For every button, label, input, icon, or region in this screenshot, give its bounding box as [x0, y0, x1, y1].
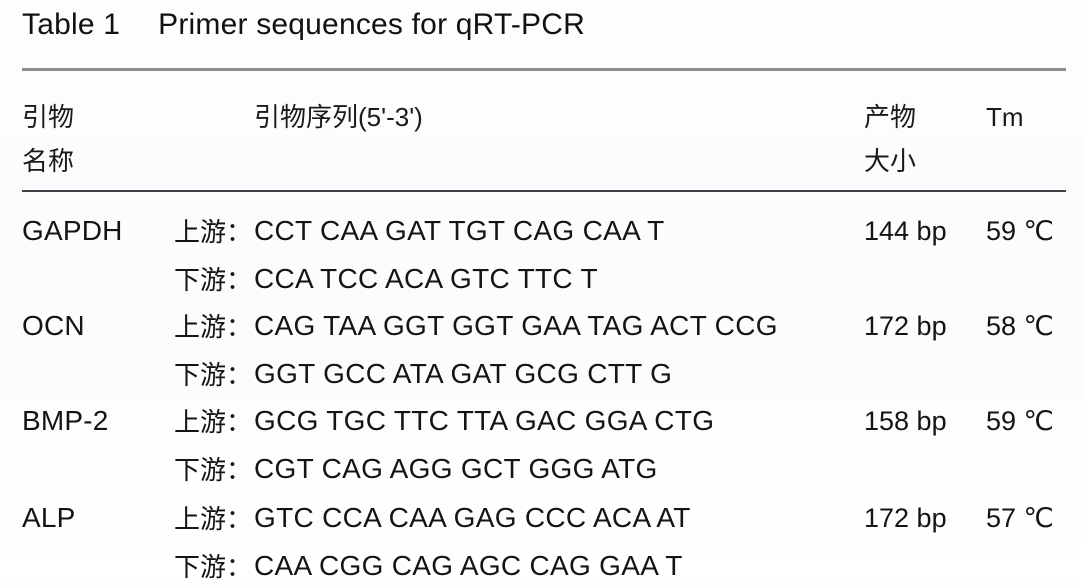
cell-tm: 57 ℃: [986, 503, 1054, 533]
column-header-product-size-line2: 大小: [864, 146, 917, 176]
cell-forward-sequence: CCT CAA GAT TGT CAG CAA T: [254, 215, 665, 246]
column-header-sequence: 引物序列(5'-3'): [254, 102, 423, 132]
cell-forward-label: 上游：: [174, 312, 253, 342]
cell-gene-name: GAPDH: [22, 215, 123, 246]
column-header-primer-name-line2: 名称: [22, 146, 75, 176]
table-caption-title: Primer sequences for qRT-PCR: [158, 8, 586, 41]
cell-forward-sequence: GCG TGC TTC TTA GAC GGA CTG: [254, 405, 715, 436]
cell-reverse-sequence: CAA CGG CAG AGC CAG GAA T: [254, 550, 683, 581]
table-caption-label: Table 1: [22, 8, 121, 41]
cell-reverse-sequence: GGT GCC ATA GAT GCG CTT G: [254, 358, 673, 389]
cell-product-size: 158 bp: [864, 406, 947, 436]
cell-tm: 59 ℃: [986, 216, 1054, 246]
column-header-product-size-line1: 产物: [864, 102, 917, 132]
cell-gene-name: OCN: [22, 310, 85, 341]
cell-reverse-label: 下游：: [174, 455, 253, 485]
cell-gene-name: BMP-2: [22, 405, 109, 436]
cell-reverse-label: 下游：: [174, 265, 253, 295]
cell-tm: 58 ℃: [986, 311, 1054, 341]
primer-table-figure: Table 1 Primer sequences for qRT-PCR 引物 引…: [0, 0, 1082, 582]
table-caption: Table 1 Primer sequences for qRT-PCR: [22, 8, 1062, 42]
table-top-rule: [22, 68, 1066, 71]
cell-tm: 59 ℃: [986, 406, 1054, 436]
cell-reverse-label: 下游：: [174, 360, 253, 390]
cell-forward-sequence: CAG TAA GGT GGT GAA TAG ACT CCG: [254, 310, 778, 341]
cell-forward-label: 上游：: [174, 407, 253, 437]
cell-product-size: 144 bp: [864, 216, 947, 246]
column-header-tm: Tm: [986, 102, 1024, 132]
cell-reverse-sequence: CGT CAG AGG GCT GGG ATG: [254, 453, 658, 484]
column-header-primer-name-line1: 引物: [22, 102, 75, 132]
table-header-rule: [22, 190, 1066, 192]
cell-reverse-label: 下游：: [174, 552, 253, 582]
cell-gene-name: ALP: [22, 502, 76, 533]
cell-forward-label: 上游：: [174, 217, 253, 247]
cell-forward-label: 上游：: [174, 504, 253, 534]
cell-product-size: 172 bp: [864, 503, 947, 533]
cell-reverse-sequence: CCA TCC ACA GTC TTC T: [254, 263, 598, 294]
cell-forward-sequence: GTC CCA CAA GAG CCC ACA AT: [254, 502, 691, 533]
cell-product-size: 172 bp: [864, 311, 947, 341]
